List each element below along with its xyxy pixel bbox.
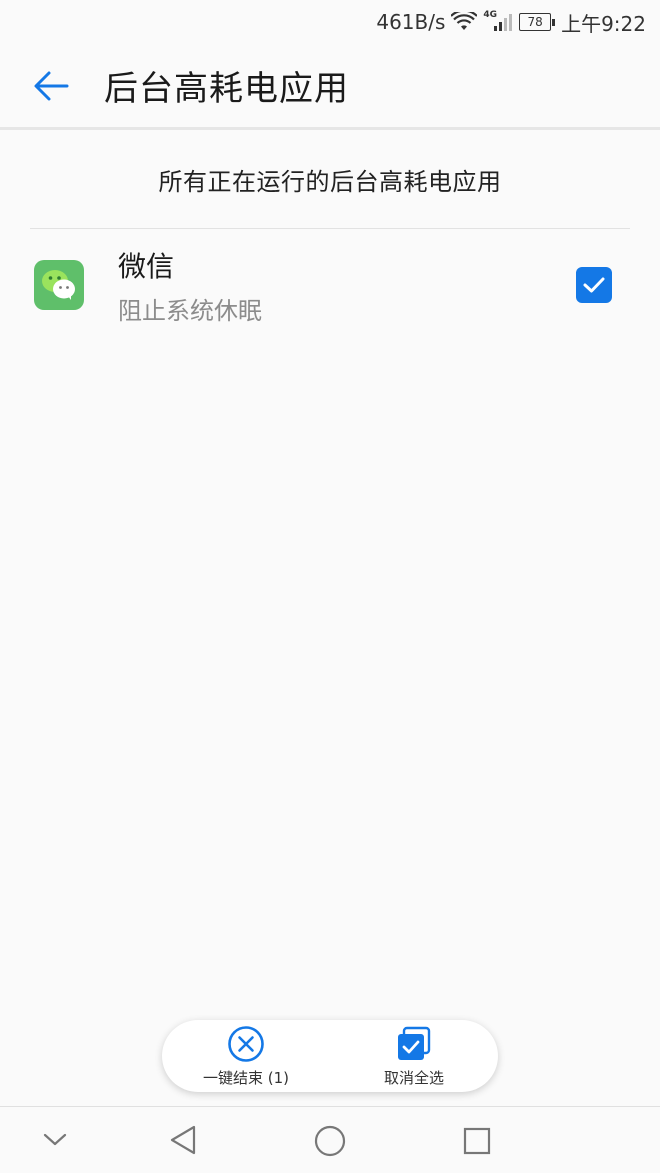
section-header: 所有正在运行的后台高耗电应用 xyxy=(30,130,630,229)
nav-hide-button[interactable] xyxy=(38,1125,72,1155)
multi-checkbox-icon xyxy=(398,1026,431,1060)
nav-home-button[interactable] xyxy=(312,1123,348,1159)
bottom-action-pill: 一键结束 (1) 取消全选 xyxy=(162,1020,498,1092)
end-all-button[interactable]: 一键结束 (1) xyxy=(176,1025,316,1088)
list-item-wechat[interactable]: 微信 阻止系统休眠 xyxy=(0,229,660,341)
app-reason: 阻止系统休眠 xyxy=(118,296,262,325)
app-checkbox[interactable] xyxy=(576,267,612,303)
deselect-all-button[interactable]: 取消全选 xyxy=(344,1025,484,1088)
square-recents-icon xyxy=(463,1127,491,1155)
screen: 461B/s 4G 78 上午9:22 后台高耗电应用 所有正在运行的后台高耗电… xyxy=(0,0,660,1173)
end-all-label: 一键结束 (1) xyxy=(202,1068,290,1087)
wechat-icon xyxy=(34,260,84,310)
app-bar: 后台高耗电应用 xyxy=(0,44,660,130)
nav-back-button[interactable] xyxy=(166,1123,200,1157)
wifi-icon xyxy=(451,12,478,32)
arrow-left-icon xyxy=(34,71,69,100)
navigation-bar xyxy=(0,1106,660,1173)
back-button[interactable] xyxy=(26,61,76,111)
battery-icon: 78 xyxy=(519,13,556,31)
chevron-down-icon xyxy=(43,1133,67,1146)
clock: 上午9:22 xyxy=(561,11,646,36)
circle-home-icon xyxy=(314,1125,346,1157)
battery-level: 78 xyxy=(519,13,552,31)
nav-recents-button[interactable] xyxy=(459,1123,495,1159)
checkmark-icon xyxy=(583,277,605,293)
signal-icon: 4G xyxy=(483,10,513,32)
page-title: 后台高耗电应用 xyxy=(104,69,349,109)
status-bar: 461B/s 4G 78 上午9:22 xyxy=(0,0,660,44)
signal-type: 4G xyxy=(483,10,498,20)
triangle-back-icon xyxy=(170,1125,196,1155)
close-circle-icon xyxy=(228,1025,264,1062)
net-speed: 461B/s xyxy=(376,10,446,34)
app-name: 微信 xyxy=(118,249,175,283)
deselect-all-label: 取消全选 xyxy=(383,1068,444,1087)
